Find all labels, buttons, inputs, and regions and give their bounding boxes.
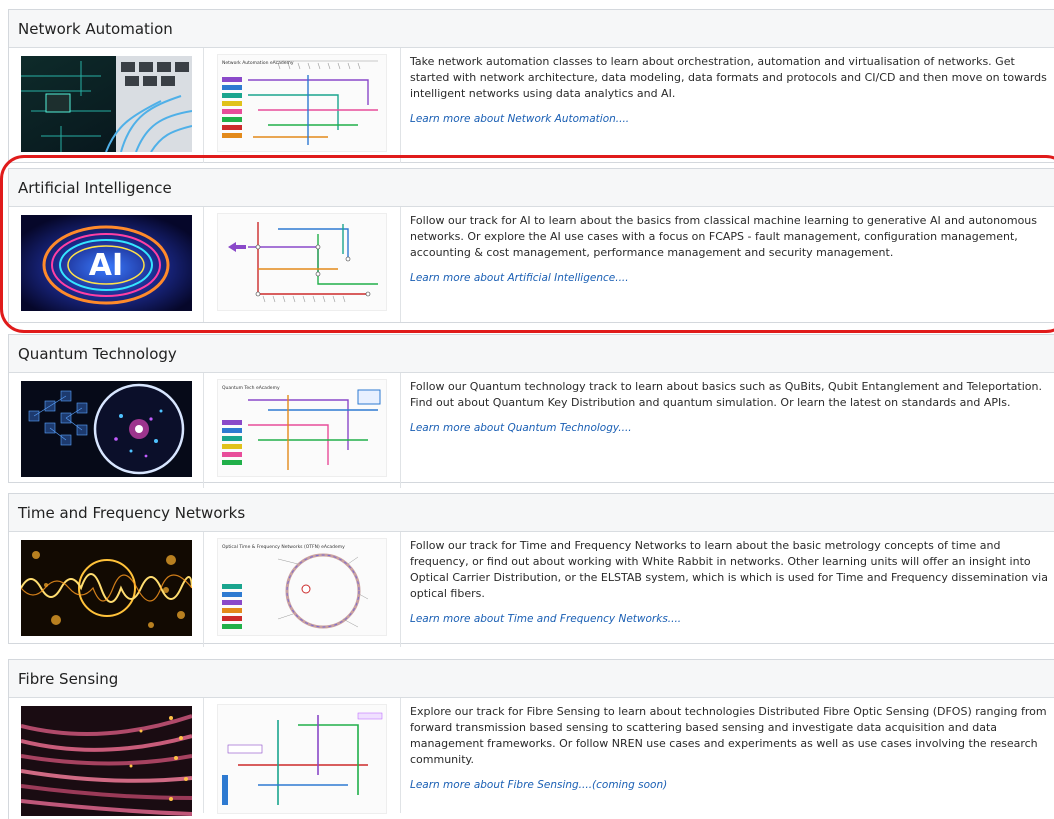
curriculum-map-cell: Quantum Tech eAcademy xyxy=(204,373,401,488)
photo-label: AI xyxy=(89,248,123,283)
track-description: Take network automation classes to learn… xyxy=(410,54,1054,127)
card-body: AI Follow our track for AI to learn abou… xyxy=(9,207,1054,322)
learn-more-link[interactable]: Learn more about Network Automation.... xyxy=(410,111,1054,127)
track-description: Follow our track for AI to learn about t… xyxy=(410,213,1054,286)
track-title: Fibre Sensing xyxy=(18,669,119,688)
map-title: Quantum Tech eAcademy xyxy=(222,385,280,391)
ai-brain-photo[interactable]: AI xyxy=(21,215,192,311)
track-card-network-automation: Network Automation Network Automation eA… xyxy=(8,9,1054,163)
fibre-sensing-curriculum-map[interactable] xyxy=(217,704,387,814)
card-body: Optical Time & Frequency Networks (OTFN)… xyxy=(9,532,1054,647)
curriculum-map-cell: Network Automation eAcademy xyxy=(204,48,401,163)
card-header: Fibre Sensing xyxy=(9,660,1054,698)
time-frequency-curriculum-map[interactable]: Optical Time & Frequency Networks (OTFN)… xyxy=(217,538,387,636)
learn-more-link[interactable]: Learn more about Time and Frequency Netw… xyxy=(410,611,1054,627)
card-body: Network Automation eAcademy Take network… xyxy=(9,48,1054,163)
ai-curriculum-map[interactable] xyxy=(217,213,387,311)
track-description: Explore our track for Fibre Sensing to l… xyxy=(410,704,1054,793)
card-body: Explore our track for Fibre Sensing to l… xyxy=(9,698,1054,816)
curriculum-map-cell: Optical Time & Frequency Networks (OTFN)… xyxy=(204,532,401,647)
card-header: Artificial Intelligence xyxy=(9,169,1054,207)
quantum-curriculum-map[interactable]: Quantum Tech eAcademy xyxy=(217,379,387,477)
photo-cell xyxy=(9,698,204,816)
learn-more-link[interactable]: Learn more about Fibre Sensing....(comin… xyxy=(410,777,1054,793)
track-title: Network Automation xyxy=(18,19,173,38)
track-title: Quantum Technology xyxy=(18,344,177,363)
description-text: Follow our Quantum technology track to l… xyxy=(410,380,1042,409)
card-header: Quantum Technology xyxy=(9,335,1054,373)
map-title: Optical Time & Frequency Networks (OTFN)… xyxy=(222,544,345,550)
description-text: Take network automation classes to learn… xyxy=(410,55,1047,100)
description-text: Explore our track for Fibre Sensing to l… xyxy=(410,705,1047,766)
card-header: Network Automation xyxy=(9,10,1054,48)
network-automation-curriculum-map[interactable]: Network Automation eAcademy xyxy=(217,54,387,152)
track-card-fibre-sensing: Fibre Sensing Explore our track for Fibr… xyxy=(8,659,1054,819)
learn-more-link[interactable]: Learn more about Quantum Technology.... xyxy=(410,420,1054,436)
photo-cell: AI xyxy=(9,207,204,322)
quantum-photo[interactable] xyxy=(21,381,192,477)
photo-cell xyxy=(9,48,204,163)
description-text: Follow our track for Time and Frequency … xyxy=(410,539,1048,600)
track-card-artificial-intelligence: Artificial Intelligence AI Follow our tr… xyxy=(8,168,1054,323)
description-text: Follow our track for AI to learn about t… xyxy=(410,214,1038,259)
track-card-time-frequency-networks: Time and Frequency Networks Optical Time… xyxy=(8,493,1054,647)
card-header: Time and Frequency Networks xyxy=(9,494,1054,532)
curriculum-map-cell xyxy=(204,207,401,322)
photo-cell xyxy=(9,532,204,647)
curriculum-map-cell xyxy=(204,698,401,814)
track-description: Follow our track for Time and Frequency … xyxy=(410,538,1054,627)
track-title: Artificial Intelligence xyxy=(18,178,172,197)
card-body: Quantum Tech eAcademy Follow our Quantum… xyxy=(9,373,1054,488)
fibre-sensing-photo[interactable] xyxy=(21,706,192,816)
photo-cell xyxy=(9,373,204,488)
learn-more-link[interactable]: Learn more about Artificial Intelligence… xyxy=(410,270,1054,286)
network-automation-photo[interactable] xyxy=(21,56,192,152)
time-frequency-photo[interactable] xyxy=(21,540,192,636)
track-description: Follow our Quantum technology track to l… xyxy=(410,379,1054,436)
track-title: Time and Frequency Networks xyxy=(18,503,246,522)
track-card-quantum-technology: Quantum Technology Quantum Tech eAcademy… xyxy=(8,334,1054,488)
